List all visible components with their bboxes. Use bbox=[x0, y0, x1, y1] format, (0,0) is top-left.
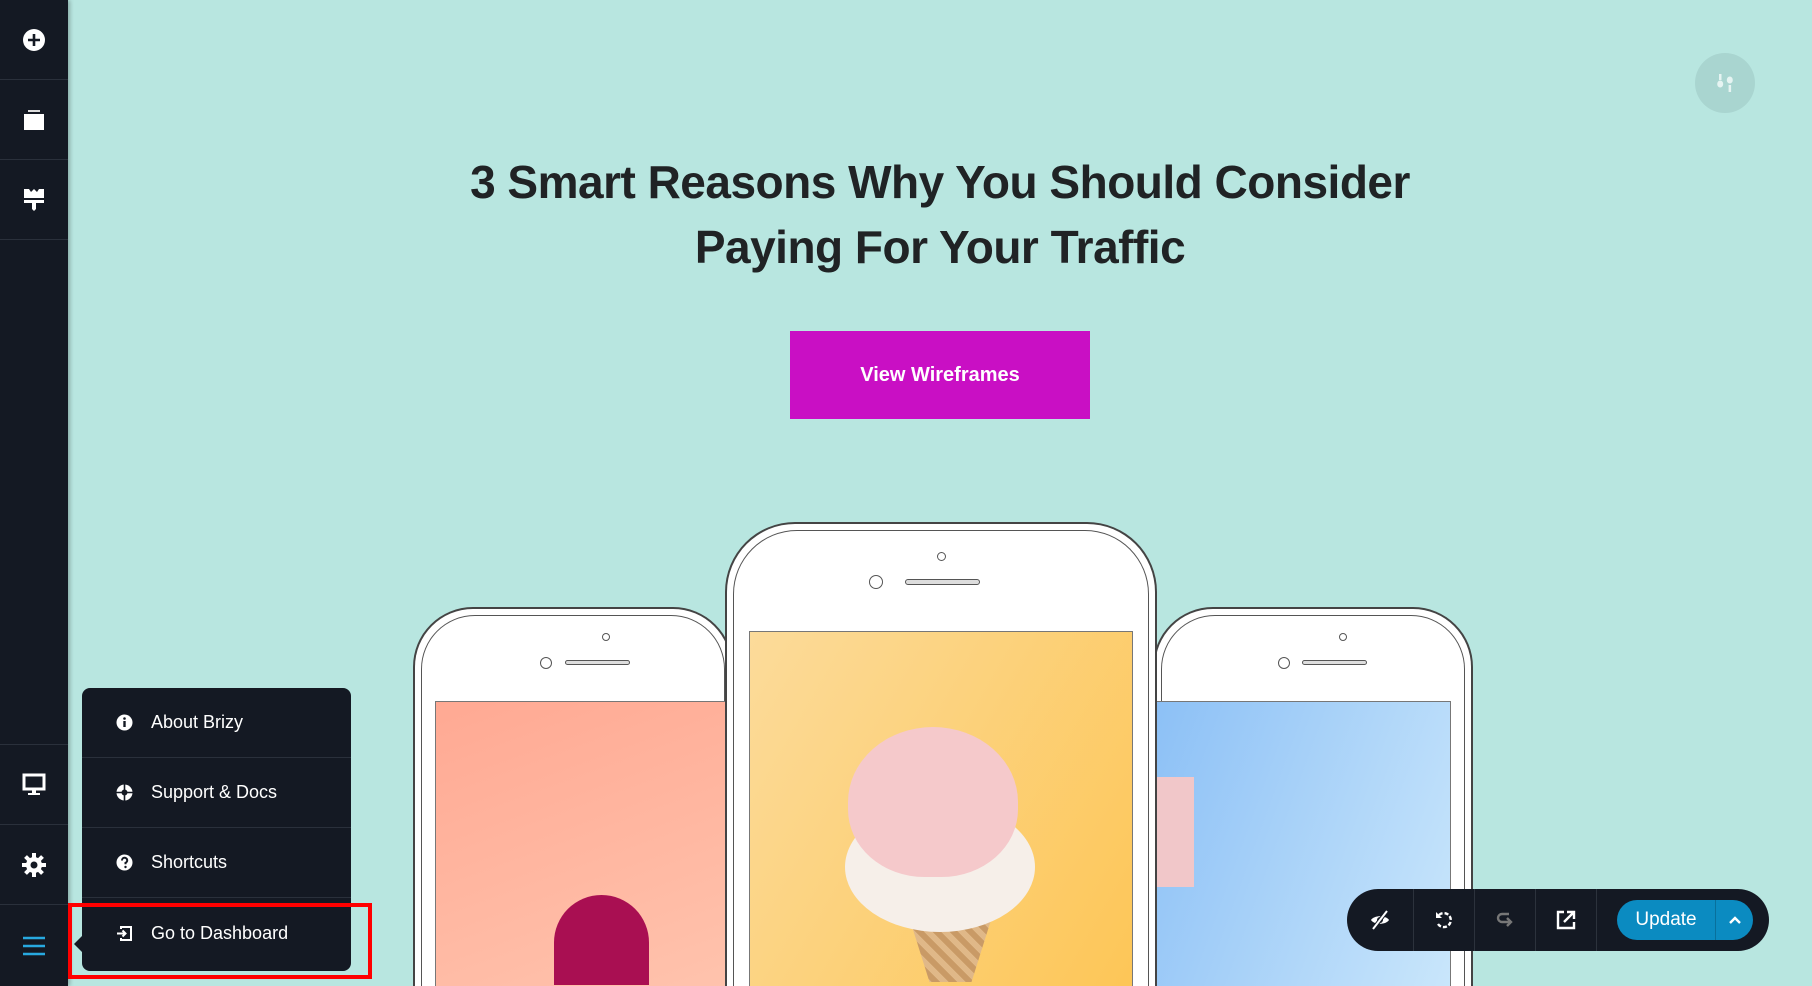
settings-button[interactable] bbox=[0, 824, 68, 904]
info-icon bbox=[116, 714, 133, 731]
undo-icon bbox=[1436, 911, 1452, 929]
left-sidebar bbox=[0, 0, 68, 986]
phone-mockup-left bbox=[413, 607, 733, 986]
toggle-visibility-button[interactable] bbox=[1347, 889, 1414, 951]
ice-cream-image bbox=[749, 631, 1133, 986]
styling-paint-brush-icon bbox=[24, 188, 44, 211]
add-elements-button[interactable] bbox=[0, 0, 68, 80]
menu-item-about-brizy[interactable]: About Brizy bbox=[82, 688, 351, 758]
sliders-icon bbox=[1717, 74, 1733, 92]
update-button-group: Update bbox=[1617, 900, 1753, 940]
highlight-box bbox=[68, 903, 372, 979]
update-options-button[interactable] bbox=[1716, 916, 1753, 924]
add-elements-icon bbox=[23, 28, 45, 51]
menu-item-support-docs[interactable]: Support & Docs bbox=[82, 758, 351, 828]
chevron-up-icon bbox=[1728, 916, 1741, 924]
page-title: 3 Smart Reasons Why You Should Consider … bbox=[470, 156, 1410, 273]
eye-slash-icon bbox=[1371, 910, 1389, 930]
undo-button[interactable] bbox=[1414, 889, 1475, 951]
preview-button[interactable] bbox=[1536, 889, 1597, 951]
hamburger-menu-icon bbox=[23, 936, 45, 955]
blocks-icon bbox=[24, 109, 44, 130]
blocks-button[interactable] bbox=[0, 80, 68, 160]
question-icon bbox=[116, 854, 133, 871]
menu-item-label: Support & Docs bbox=[151, 782, 278, 802]
redo-button[interactable] bbox=[1475, 889, 1536, 951]
lifebuoy-icon bbox=[116, 784, 133, 801]
preview-device-button[interactable] bbox=[0, 744, 68, 824]
external-link-icon bbox=[1556, 910, 1576, 930]
menu-item-shortcuts[interactable]: Shortcuts bbox=[82, 828, 351, 898]
bottom-toolbar: Update bbox=[1347, 889, 1769, 951]
view-wireframes-button[interactable]: View Wireframes bbox=[790, 331, 1090, 419]
page-canvas: 3 Smart Reasons Why You Should Consider … bbox=[68, 0, 1812, 986]
phone-mockup-center bbox=[725, 522, 1157, 986]
menu-item-label: About Brizy bbox=[151, 712, 244, 732]
page-settings-button[interactable] bbox=[1695, 53, 1755, 113]
menu-item-label: Shortcuts bbox=[151, 852, 228, 872]
styling-button[interactable] bbox=[0, 160, 68, 240]
redo-icon bbox=[1496, 912, 1513, 927]
main-menu-button[interactable] bbox=[0, 904, 68, 986]
update-button[interactable]: Update bbox=[1617, 900, 1716, 940]
lipstick-image bbox=[435, 701, 731, 986]
desktop-preview-icon bbox=[22, 773, 46, 795]
settings-gear-icon bbox=[22, 852, 46, 877]
